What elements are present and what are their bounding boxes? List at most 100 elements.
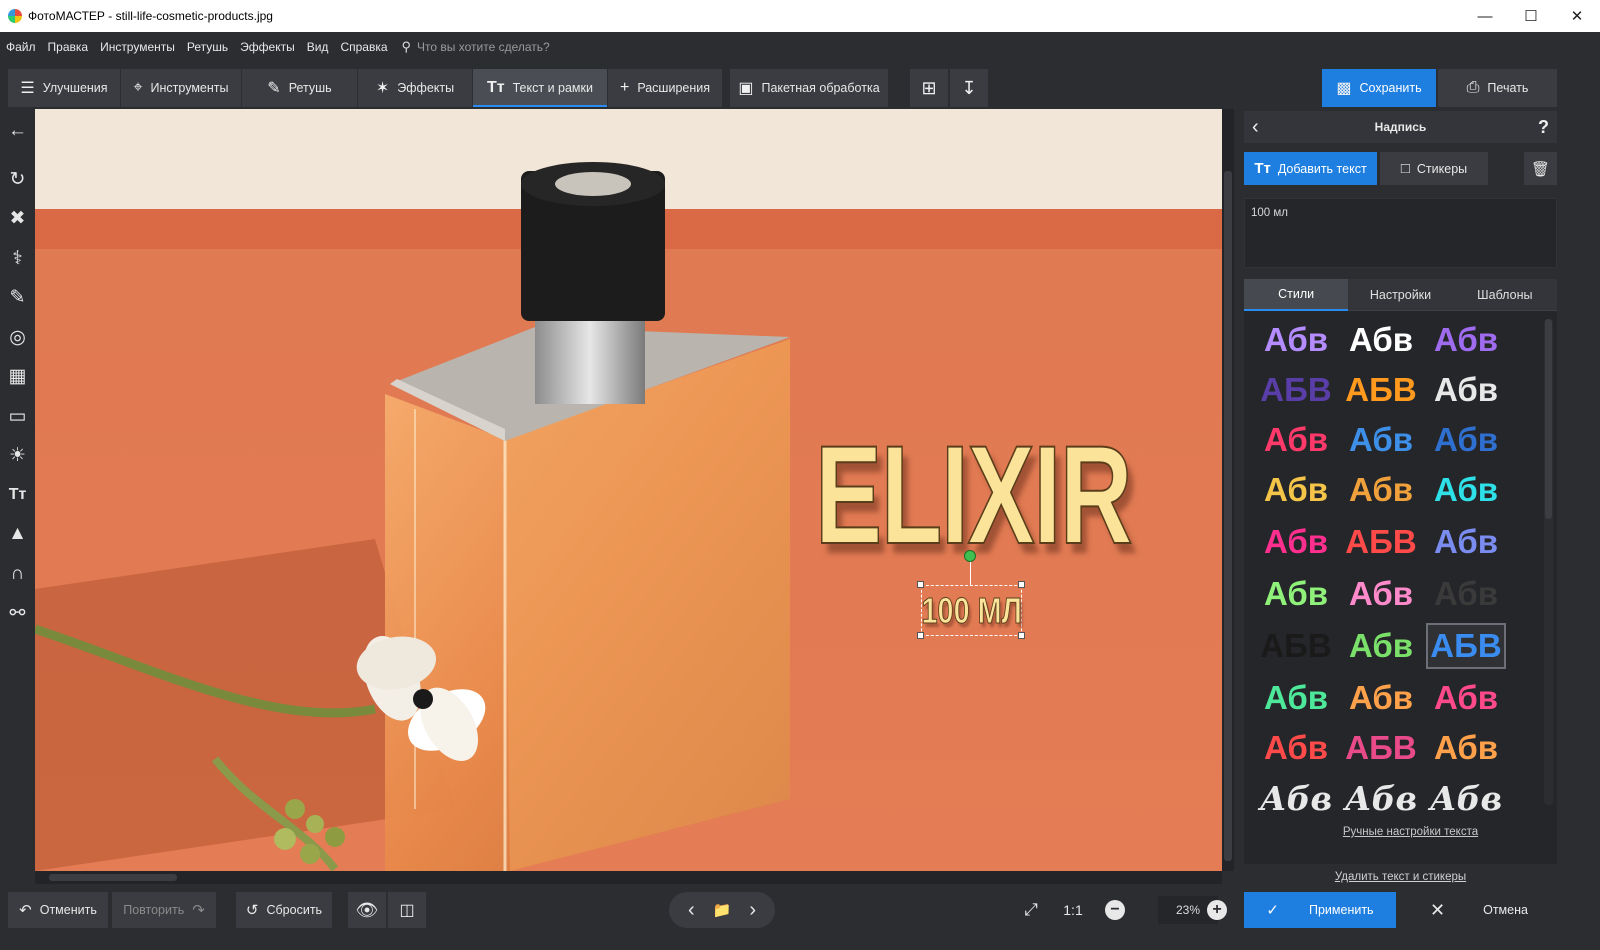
tab-extensions[interactable]: + Расширения xyxy=(608,69,722,107)
chevron-left-icon[interactable]: ‹ xyxy=(1252,116,1259,139)
tab-styles[interactable]: Стили xyxy=(1244,279,1349,311)
vignette-icon[interactable]: ▭ xyxy=(0,400,35,432)
globe-icon[interactable]: ⚯ xyxy=(0,597,35,629)
search-input[interactable]: Что вы хотите сделать? xyxy=(417,40,550,54)
reset-button[interactable]: ↺ Сбросить xyxy=(236,892,332,928)
style-preset[interactable]: Абв xyxy=(1426,519,1506,565)
style-preset[interactable]: Абв xyxy=(1426,775,1506,821)
text-tool-icon[interactable]: Tт xyxy=(0,479,35,511)
add-text-button[interactable]: Tт Добавить текст xyxy=(1244,152,1377,185)
canvas-horizontal-scrollbar[interactable] xyxy=(35,871,1222,884)
style-preset[interactable]: Абв xyxy=(1256,519,1336,565)
styles-scroll-thumb[interactable] xyxy=(1545,319,1552,519)
style-preset[interactable]: Абв xyxy=(1341,775,1421,821)
manual-text-settings-link[interactable]: Ручные настройки текста xyxy=(1254,826,1557,838)
apply-button[interactable]: ✓ Применить xyxy=(1244,892,1396,928)
tab-tools[interactable]: ⌖ Инструменты xyxy=(121,69,241,107)
gradient-filter-icon[interactable]: ▦ xyxy=(0,360,35,392)
maximize-button[interactable]: ☐ xyxy=(1508,0,1554,32)
batch-processing-button[interactable]: ▣ Пакетная обработка xyxy=(730,69,888,107)
tab-improvements[interactable]: ☰ Улучшения xyxy=(8,69,120,107)
menu-effects[interactable]: Эффекты xyxy=(240,40,295,54)
style-preset[interactable]: Абв xyxy=(1256,467,1336,513)
menu-tools[interactable]: Инструменты xyxy=(100,40,175,54)
redo-button[interactable]: Повторить ↷ xyxy=(112,892,216,928)
tab-effects[interactable]: ✶ Эффекты xyxy=(358,69,472,107)
style-preset[interactable]: АБВ xyxy=(1426,623,1506,669)
photo-canvas[interactable]: ELIXIR 100 МЛ xyxy=(35,109,1222,871)
rotate-icon[interactable]: ↻ xyxy=(0,163,35,195)
style-preset[interactable]: Абв xyxy=(1341,571,1421,617)
style-preset[interactable]: АБВ xyxy=(1341,367,1421,413)
canvas-vertical-scrollbar[interactable] xyxy=(1222,109,1234,871)
download-preset-button[interactable]: ↧ xyxy=(950,69,988,107)
stickers-button[interactable]: □ Стикеры xyxy=(1380,152,1488,185)
brush-tool-icon[interactable]: ✎ xyxy=(0,281,35,313)
style-preset[interactable]: Абв xyxy=(1341,417,1421,463)
selected-text-box[interactable]: 100 МЛ xyxy=(921,585,1022,636)
style-preset[interactable]: Абв xyxy=(1256,775,1336,821)
tab-settings[interactable]: Настройки xyxy=(1348,279,1453,311)
rotate-handle[interactable] xyxy=(964,550,976,562)
style-preset[interactable]: АБВ xyxy=(1341,519,1421,565)
search-icon[interactable]: ⚲ xyxy=(402,39,412,55)
tab-text-frames[interactable]: Tт Текст и рамки xyxy=(473,69,607,107)
style-preset[interactable]: Абв xyxy=(1426,317,1506,363)
style-preset[interactable]: Абв xyxy=(1426,367,1506,413)
style-preset[interactable]: Абв xyxy=(1426,417,1506,463)
menu-help[interactable]: Справка xyxy=(340,40,387,54)
resize-handle-bl[interactable] xyxy=(917,632,924,639)
magnet-icon[interactable]: ∩ xyxy=(0,558,35,590)
help-icon[interactable]: ? xyxy=(1538,117,1549,138)
style-preset[interactable]: Абв xyxy=(1426,571,1506,617)
stamp-icon[interactable]: ⚕ xyxy=(0,242,35,274)
chevron-right-nav-icon[interactable]: › xyxy=(749,899,756,922)
delete-text-stickers-link[interactable]: Удалить текст и стикеры xyxy=(1244,871,1557,883)
tab-retouch[interactable]: ✎ Ретушь xyxy=(242,69,357,107)
style-preset[interactable]: Абв xyxy=(1256,675,1336,721)
text-input[interactable]: 100 мл xyxy=(1244,198,1557,268)
style-preset[interactable]: Абв xyxy=(1341,675,1421,721)
back-arrow-icon[interactable]: ← xyxy=(0,115,35,147)
tab-templates[interactable]: Шаблоны xyxy=(1452,279,1557,311)
undo-button[interactable]: ↶ Отменить xyxy=(8,892,108,928)
style-preset[interactable]: Абв xyxy=(1426,725,1506,771)
zoom-in-icon[interactable]: + xyxy=(1207,900,1227,920)
menu-retouch[interactable]: Ретушь xyxy=(187,40,228,54)
styles-scrollbar[interactable] xyxy=(1544,319,1553,805)
preview-eye-button[interactable]: 👁 xyxy=(348,892,386,928)
zoom-out-icon[interactable]: − xyxy=(1105,900,1125,920)
style-preset[interactable]: Абв xyxy=(1341,317,1421,363)
style-preset[interactable]: Абв xyxy=(1341,467,1421,513)
style-preset[interactable]: Абв xyxy=(1256,571,1336,617)
close-window-button[interactable]: ✕ xyxy=(1554,0,1600,32)
style-preset[interactable]: АБВ xyxy=(1256,367,1336,413)
chevron-left-nav-icon[interactable]: ‹ xyxy=(688,899,695,922)
resize-handle-tr[interactable] xyxy=(1018,581,1025,588)
minimize-button[interactable]: — xyxy=(1462,0,1508,32)
style-preset[interactable]: АБВ xyxy=(1341,725,1421,771)
menu-view[interactable]: Вид xyxy=(307,40,329,54)
cancel-button[interactable]: ✕ Отмена xyxy=(1400,892,1558,928)
style-preset[interactable]: Абв xyxy=(1256,417,1336,463)
style-preset[interactable]: Абв xyxy=(1426,467,1506,513)
style-preset[interactable]: АБВ xyxy=(1256,623,1336,669)
style-preset[interactable]: Абв xyxy=(1341,623,1421,669)
fit-screen-button[interactable]: ⤢ xyxy=(1014,892,1048,928)
resize-handle-br[interactable] xyxy=(1018,632,1025,639)
fill-bucket-icon[interactable]: ▲ xyxy=(0,518,35,550)
light-icon[interactable]: ☀ xyxy=(0,439,35,471)
actual-size-button[interactable]: 1:1 xyxy=(1056,892,1090,928)
style-preset[interactable]: Абв xyxy=(1426,675,1506,721)
radial-filter-icon[interactable]: ◎ xyxy=(0,321,35,353)
resize-handle-tl[interactable] xyxy=(917,581,924,588)
canvas-text-elixir[interactable]: ELIXIR xyxy=(814,424,1133,566)
delete-button[interactable]: 🗑 xyxy=(1524,152,1557,185)
add-preset-button[interactable]: ⊞ xyxy=(910,69,948,107)
menu-edit[interactable]: Правка xyxy=(48,40,89,54)
compare-button[interactable]: ◫ xyxy=(388,892,426,928)
print-button[interactable]: ⎙ Печать xyxy=(1438,69,1557,107)
style-preset[interactable]: Абв xyxy=(1256,317,1336,363)
save-button[interactable]: ▩ Сохранить xyxy=(1322,69,1436,107)
style-preset[interactable]: Абв xyxy=(1256,725,1336,771)
